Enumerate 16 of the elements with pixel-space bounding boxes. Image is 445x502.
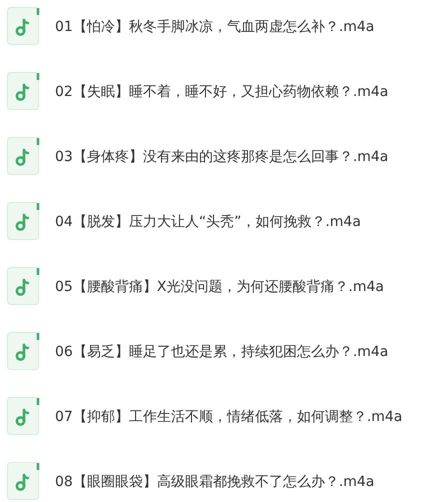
audio-file-icon xyxy=(7,462,40,501)
audio-file-icon xyxy=(7,332,40,371)
audio-file-icon xyxy=(7,137,40,176)
file-name[interactable]: 04【脱发】压力大让人“头秃”，如何挽救？.m4a xyxy=(55,212,361,230)
audio-file-icon xyxy=(7,202,40,241)
audio-file-icon xyxy=(7,267,40,306)
audio-file-icon xyxy=(7,72,40,111)
audio-file-icon xyxy=(7,397,40,436)
file-name[interactable]: 03【身体疼】没有来由的这疼那疼是怎么回事？.m4a xyxy=(55,148,388,166)
file-name[interactable]: 07【抑郁】工作生活不顺，情绪低落，如何调整？.m4a xyxy=(55,408,402,426)
audio-file-icon xyxy=(7,7,40,46)
file-name[interactable]: 06【易乏】睡足了也还是累，持续犯困怎么办？.m4a xyxy=(55,342,388,360)
file-name[interactable]: 01【怕冷】秋冬手脚冰凉，气血两虚怎么补？.m4a xyxy=(55,18,374,36)
file-name[interactable]: 08【眼圈眼袋】高级眼霜都挽救不了怎么办？.m4a xyxy=(55,472,374,490)
file-name[interactable]: 05【腰酸背痛】X光没问题，为何还腰酸背痛？.m4a xyxy=(55,278,384,296)
file-name[interactable]: 02【失眠】睡不着，睡不好，又担心药物依赖？.m4a xyxy=(55,82,388,100)
